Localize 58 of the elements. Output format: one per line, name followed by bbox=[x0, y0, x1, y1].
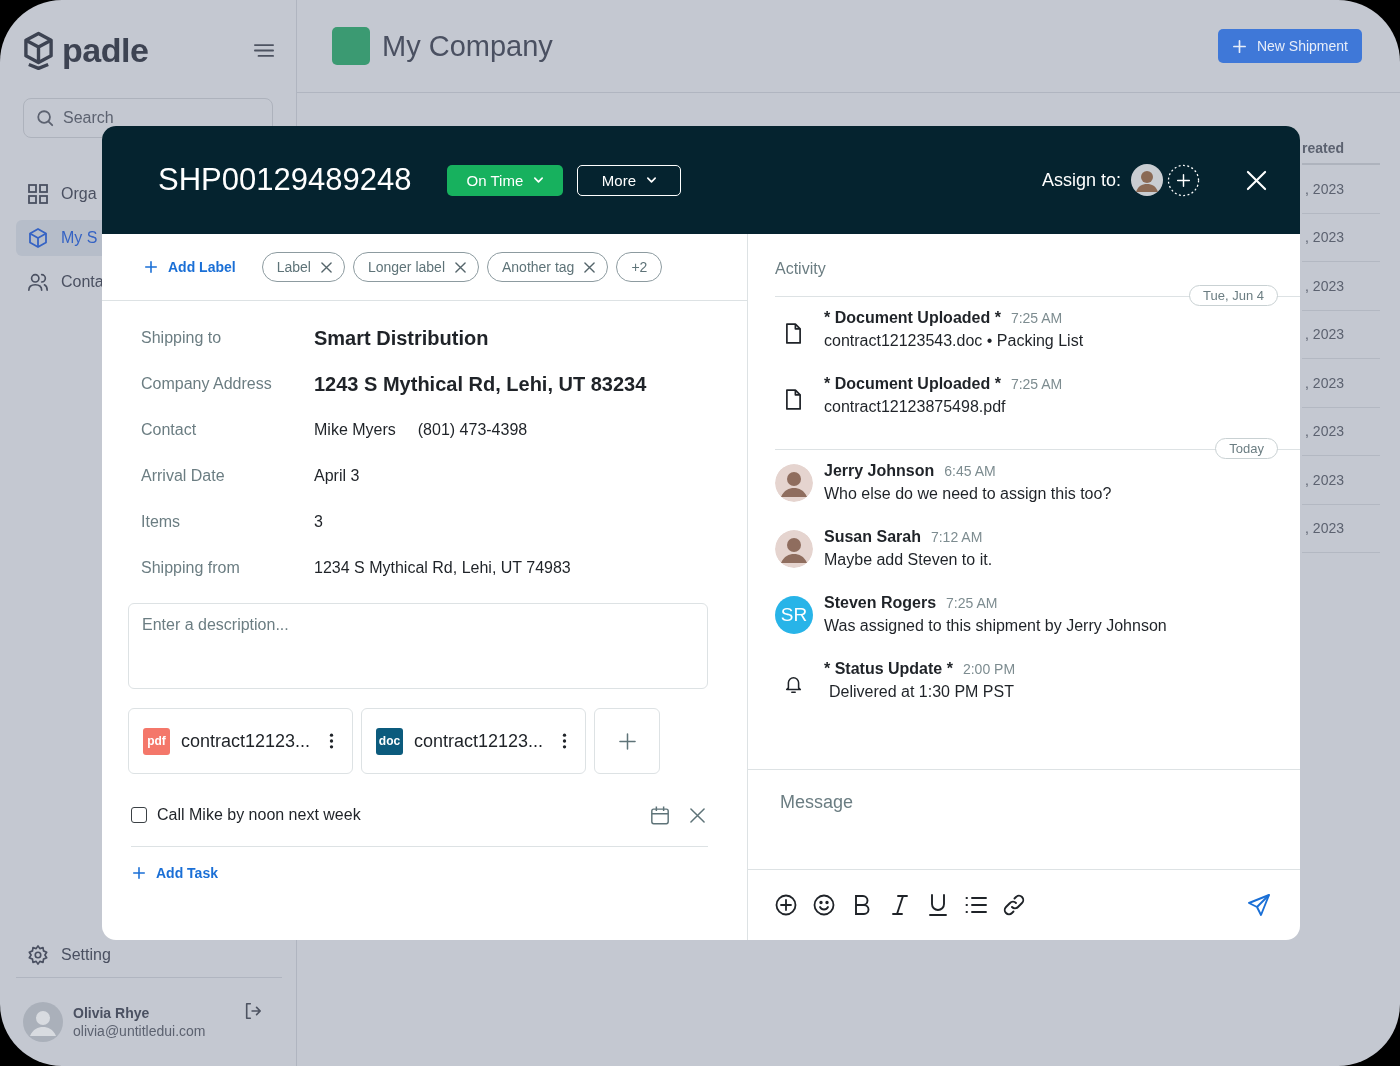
activity-title: Steven Rogers bbox=[824, 594, 937, 612]
field-value: 1243 S Mythical Rd, Lehi, UT 83234 bbox=[314, 372, 647, 396]
activity-text: Who else do we need to assign this too? bbox=[824, 485, 1112, 503]
activity-heading: Activity bbox=[775, 260, 827, 278]
field-label: Arrival Date bbox=[141, 467, 226, 485]
activity-text: Maybe add Steven to it. bbox=[824, 551, 993, 569]
date-pill: Today bbox=[1215, 438, 1278, 459]
activity-title: Susan Sarah bbox=[824, 528, 921, 546]
field-label: Contact bbox=[141, 421, 198, 439]
table-cell: , 2023 bbox=[1302, 407, 1380, 456]
table-cell: , 2023 bbox=[1302, 359, 1380, 408]
field-value: 1234 S Mythical Rd, Lehi, UT 74983 bbox=[314, 559, 571, 577]
field-value: (801) 473-4398 bbox=[417, 421, 528, 439]
tag-text: Label bbox=[276, 259, 311, 275]
field-label: Company Address bbox=[141, 375, 273, 393]
table-cell: , 2023 bbox=[1302, 456, 1380, 505]
table-cell: , 2023 bbox=[1302, 165, 1380, 214]
file-type-badge: doc bbox=[376, 727, 403, 755]
field-label: Shipping to bbox=[141, 329, 223, 347]
initials-avatar: SR bbox=[775, 596, 813, 634]
date-pill: Tue, Jun 4 bbox=[1189, 285, 1278, 306]
activity-title: * Document Uploaded * bbox=[824, 375, 1001, 393]
column-header: reated bbox=[1302, 133, 1380, 165]
field-value: April 3 bbox=[314, 467, 360, 485]
file-name: contract12123... bbox=[414, 730, 544, 752]
table-cell: , 2023 bbox=[1302, 213, 1380, 262]
activity-title: Jerry Johnson bbox=[824, 462, 935, 480]
activity-time: 7:12 AM bbox=[930, 529, 983, 545]
file-name: contract12123... bbox=[181, 730, 311, 752]
activity-time: 7:25 AM bbox=[1010, 376, 1063, 392]
field-label: Items bbox=[141, 513, 182, 531]
table-cell: , 2023 bbox=[1302, 310, 1380, 359]
activity-text: Delivered at 1:30 PM PST bbox=[828, 683, 1015, 701]
field-label: Shipping from bbox=[141, 559, 241, 577]
table-cell: , 2023 bbox=[1302, 262, 1380, 311]
activity-time: 7:25 AM bbox=[946, 595, 998, 611]
activity-time: 2:00 PM bbox=[962, 661, 1016, 677]
activity-text: contract12123875498.pdf bbox=[824, 398, 1007, 416]
activity-time: 6:45 AM bbox=[944, 463, 996, 479]
tag-text: Longer label bbox=[367, 259, 445, 275]
logo-text: padle bbox=[62, 30, 149, 70]
tag-text: Another tag bbox=[502, 259, 575, 275]
field-value: Mike Myers bbox=[314, 421, 396, 439]
file-type-badge: pdf bbox=[143, 727, 170, 755]
user-email: olivia@untitledui.com bbox=[73, 1023, 206, 1039]
activity-title: * Document Uploaded * bbox=[824, 309, 1001, 327]
field-value: Smart Distribution bbox=[314, 326, 489, 350]
field-value: 3 bbox=[314, 513, 323, 531]
user-name: Olivia Rhye bbox=[73, 1005, 151, 1021]
shipment-id: SHP00129489248 bbox=[158, 162, 412, 198]
table-cell: , 2023 bbox=[1302, 504, 1380, 553]
activity-text: Was assigned to this shipment by Jerry Johnson bbox=[824, 617, 1167, 635]
activity-title: * Status Update * bbox=[824, 660, 953, 678]
task-text: Call Mike by noon next week bbox=[157, 806, 361, 824]
activity-time: 7:25 AM bbox=[1010, 310, 1063, 326]
assign-label: Assign to: bbox=[1041, 169, 1121, 191]
activity-text: contract12123543.doc • Packing List bbox=[824, 332, 1084, 350]
company-name: My Company bbox=[382, 29, 553, 63]
